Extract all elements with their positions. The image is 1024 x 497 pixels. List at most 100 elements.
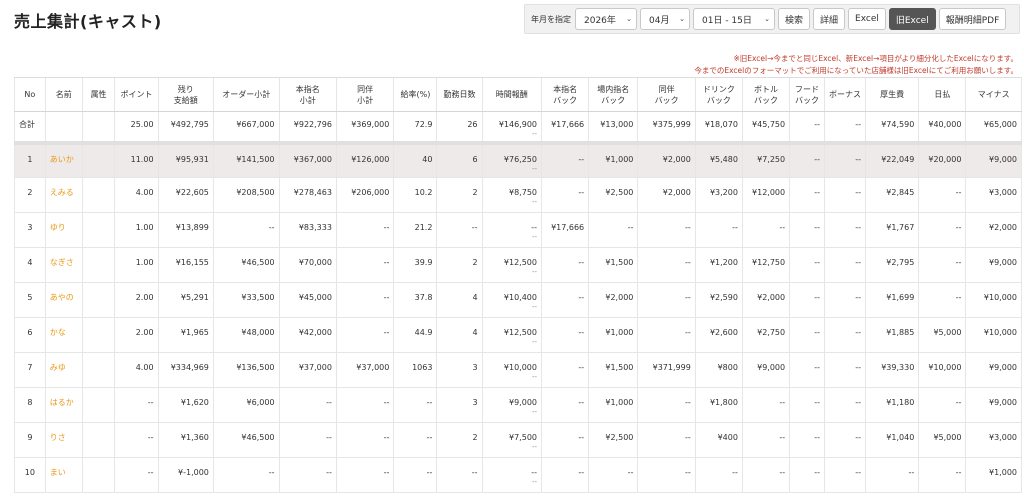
table-cell-value: 4 xyxy=(472,293,478,302)
table-cell: -- xyxy=(789,422,825,458)
table-cell-value: ¥46,500 xyxy=(241,258,275,267)
table-cell: 3 xyxy=(436,387,483,423)
month-select[interactable]: 04月 ⌄ xyxy=(640,8,690,30)
table-cell-value: -- xyxy=(814,258,820,267)
year-select[interactable]: 2026年 ⌄ xyxy=(575,8,637,30)
table-cell: 6 xyxy=(436,142,483,178)
table-row[interactable]: 5 あやの 2.00 ¥5,291 ¥33,500 ¥45,000 -- 37.8 4 ¥10,4… xyxy=(14,282,1022,318)
column-header-point: ポイント xyxy=(114,77,159,112)
table-cell-value: 1.00 xyxy=(135,258,154,267)
table-cell-value: -- xyxy=(147,433,154,442)
cast-name-link[interactable]: りさ xyxy=(44,422,83,458)
table-cell: ¥39,330 xyxy=(864,352,919,388)
search-button[interactable]: 検索 xyxy=(778,8,811,30)
chevron-down-icon: ⌄ xyxy=(679,15,685,23)
table-cell: ¥2,000 xyxy=(741,282,790,318)
row-number: 10 xyxy=(14,457,46,493)
old-excel-button[interactable]: 旧Excel xyxy=(888,8,936,30)
table-cell: 1063 xyxy=(393,352,437,388)
table-cell: ¥83,333 xyxy=(278,212,337,248)
table-cell: -- xyxy=(278,457,337,493)
cast-name-link-value: はるか xyxy=(49,398,74,407)
table-cell-value: ¥22,049 xyxy=(881,154,915,164)
cell-sub-value: -- xyxy=(531,268,537,276)
cast-name-link[interactable]: あいか xyxy=(44,142,83,178)
table-cell-value: 2.00 xyxy=(135,293,154,302)
table-cell-value: ¥2,000 xyxy=(662,154,691,164)
table-cell: ¥12,500 -- xyxy=(481,247,542,283)
table-row[interactable]: 4 なぎさ 1.00 ¥16,155 ¥46,500 ¥70,000 -- 39.9 2 ¥12,… xyxy=(14,247,1022,283)
table-cell-value: -- xyxy=(855,223,861,232)
row-number: 3 xyxy=(14,212,46,248)
table-cell: ¥76,250 -- xyxy=(481,142,542,178)
column-header-douhan-back: 同伴 バック xyxy=(637,77,696,112)
excel-button[interactable]: Excel xyxy=(848,8,886,30)
table-cell: ¥3,000 xyxy=(965,177,1022,213)
table-cell: 2.00 xyxy=(114,282,159,318)
table-cell-value: -- xyxy=(578,363,585,372)
total-cell-value: -- xyxy=(814,120,820,129)
column-header-text: No xyxy=(24,90,36,99)
table-cell: -- xyxy=(540,387,589,423)
table-cell-value: ¥1,500 xyxy=(605,258,634,267)
table-row[interactable]: 8 はるか -- ¥1,620 ¥6,000 -- -- -- 3 ¥9,000 -- -- ¥1,00… xyxy=(14,387,1022,423)
column-header-text: フード xyxy=(795,84,820,94)
table-cell-value: -- xyxy=(855,293,861,302)
table-cell-value: ¥42,000 xyxy=(298,328,332,337)
table-cell-value: ¥37,000 xyxy=(356,363,390,372)
table-cell: 21.2 xyxy=(393,212,437,248)
table-cell-value: 10.2 xyxy=(414,188,433,197)
table-row[interactable]: 6 かな 2.00 ¥1,965 ¥48,000 ¥42,000 -- 44.9 4 ¥12,50… xyxy=(14,317,1022,353)
table-cell: ¥1,699 xyxy=(864,282,919,318)
table-cell-value: -- xyxy=(779,433,786,442)
pdf-button[interactable]: 報酬明細PDF xyxy=(938,8,1007,30)
excel-notes: ※旧Excel→今までと同じExcel、新Excel→項目がより細分化したExc… xyxy=(694,53,1018,77)
table-cell: ¥2,000 xyxy=(588,282,638,318)
table-row[interactable]: 10 まい -- ¥-1,000 -- -- -- -- -- -- -- -- -- -- -- -- -- -… xyxy=(14,457,1022,493)
detail-button[interactable]: 詳細 xyxy=(813,8,846,30)
period-select[interactable]: 01日 - 15日 ⌄ xyxy=(693,8,775,30)
cast-name-link[interactable]: えみる xyxy=(44,177,83,213)
cast-name-link[interactable]: みゆ xyxy=(44,352,83,388)
note-line: ※旧Excel→今までと同じExcel、新Excel→項目がより細分化したExc… xyxy=(733,54,1018,63)
table-cell-value: ¥2,000 xyxy=(989,223,1017,232)
table-cell: -- xyxy=(918,212,966,248)
table-cell-value: -- xyxy=(383,398,390,407)
table-cell: ¥95,931 xyxy=(157,142,214,178)
table-cell-value: ¥141,500 xyxy=(236,154,275,164)
table-cell-value: ¥371,999 xyxy=(652,363,691,372)
table-cell-value: 21.2 xyxy=(414,223,433,232)
table-cell: ¥800 xyxy=(694,352,743,388)
table-row[interactable]: 2 えみる 4.00 ¥22,605 ¥208,500 ¥278,463 ¥206,000 1… xyxy=(14,177,1022,213)
row-number-value: 2 xyxy=(27,188,33,197)
table-cell: -- xyxy=(789,177,825,213)
table-cell-value: -- xyxy=(426,468,433,477)
attribute-cell xyxy=(81,212,115,248)
total-cell-value: ¥17,666 xyxy=(551,120,585,129)
total-cell-value: ¥74,590 xyxy=(881,120,915,129)
cast-name-link-value: ゆり xyxy=(49,223,66,232)
cast-name-link[interactable]: かな xyxy=(44,317,83,353)
column-header-no: No xyxy=(14,77,46,112)
table-row[interactable]: 1 あいか 11.00 ¥95,931 ¥141,500 ¥367,000 ¥126,000… xyxy=(14,142,1022,178)
cast-name-link[interactable]: はるか xyxy=(44,387,83,423)
total-cell-value: 25.00 xyxy=(130,120,154,129)
cast-name-link[interactable]: まい xyxy=(44,457,83,493)
cast-name-link[interactable]: ゆり xyxy=(44,212,83,248)
table-cell-value: ¥22,605 xyxy=(175,188,209,197)
column-header-text: ボーナス xyxy=(828,90,861,99)
table-row[interactable]: 7 みゆ 4.00 ¥334,969 ¥136,500 ¥37,000 ¥37,000 106… xyxy=(14,352,1022,388)
total-cell: ¥667,000 xyxy=(212,111,280,145)
table-row[interactable]: 9 りさ -- ¥1,360 ¥46,500 -- -- -- 2 ¥7,500 -- -- ¥2,50… xyxy=(14,422,1022,458)
table-cell: 2 xyxy=(436,422,483,458)
table-cell: ¥3,000 xyxy=(965,422,1022,458)
table-cell: -- xyxy=(436,457,483,493)
table-cell: ¥10,000 xyxy=(965,317,1022,353)
cell-sub-value: -- xyxy=(531,478,537,486)
cast-name-link[interactable]: あやの xyxy=(44,282,83,318)
table-cell-value: ¥1,500 xyxy=(605,363,634,372)
cell-sub-value: -- xyxy=(531,408,537,416)
table-row[interactable]: 3 ゆり 1.00 ¥13,899 -- ¥83,333 -- 21.2 -- -- -- ¥17,6… xyxy=(14,212,1022,248)
table-cell-value: 1063 xyxy=(412,363,433,372)
cast-name-link[interactable]: なぎさ xyxy=(44,247,83,283)
